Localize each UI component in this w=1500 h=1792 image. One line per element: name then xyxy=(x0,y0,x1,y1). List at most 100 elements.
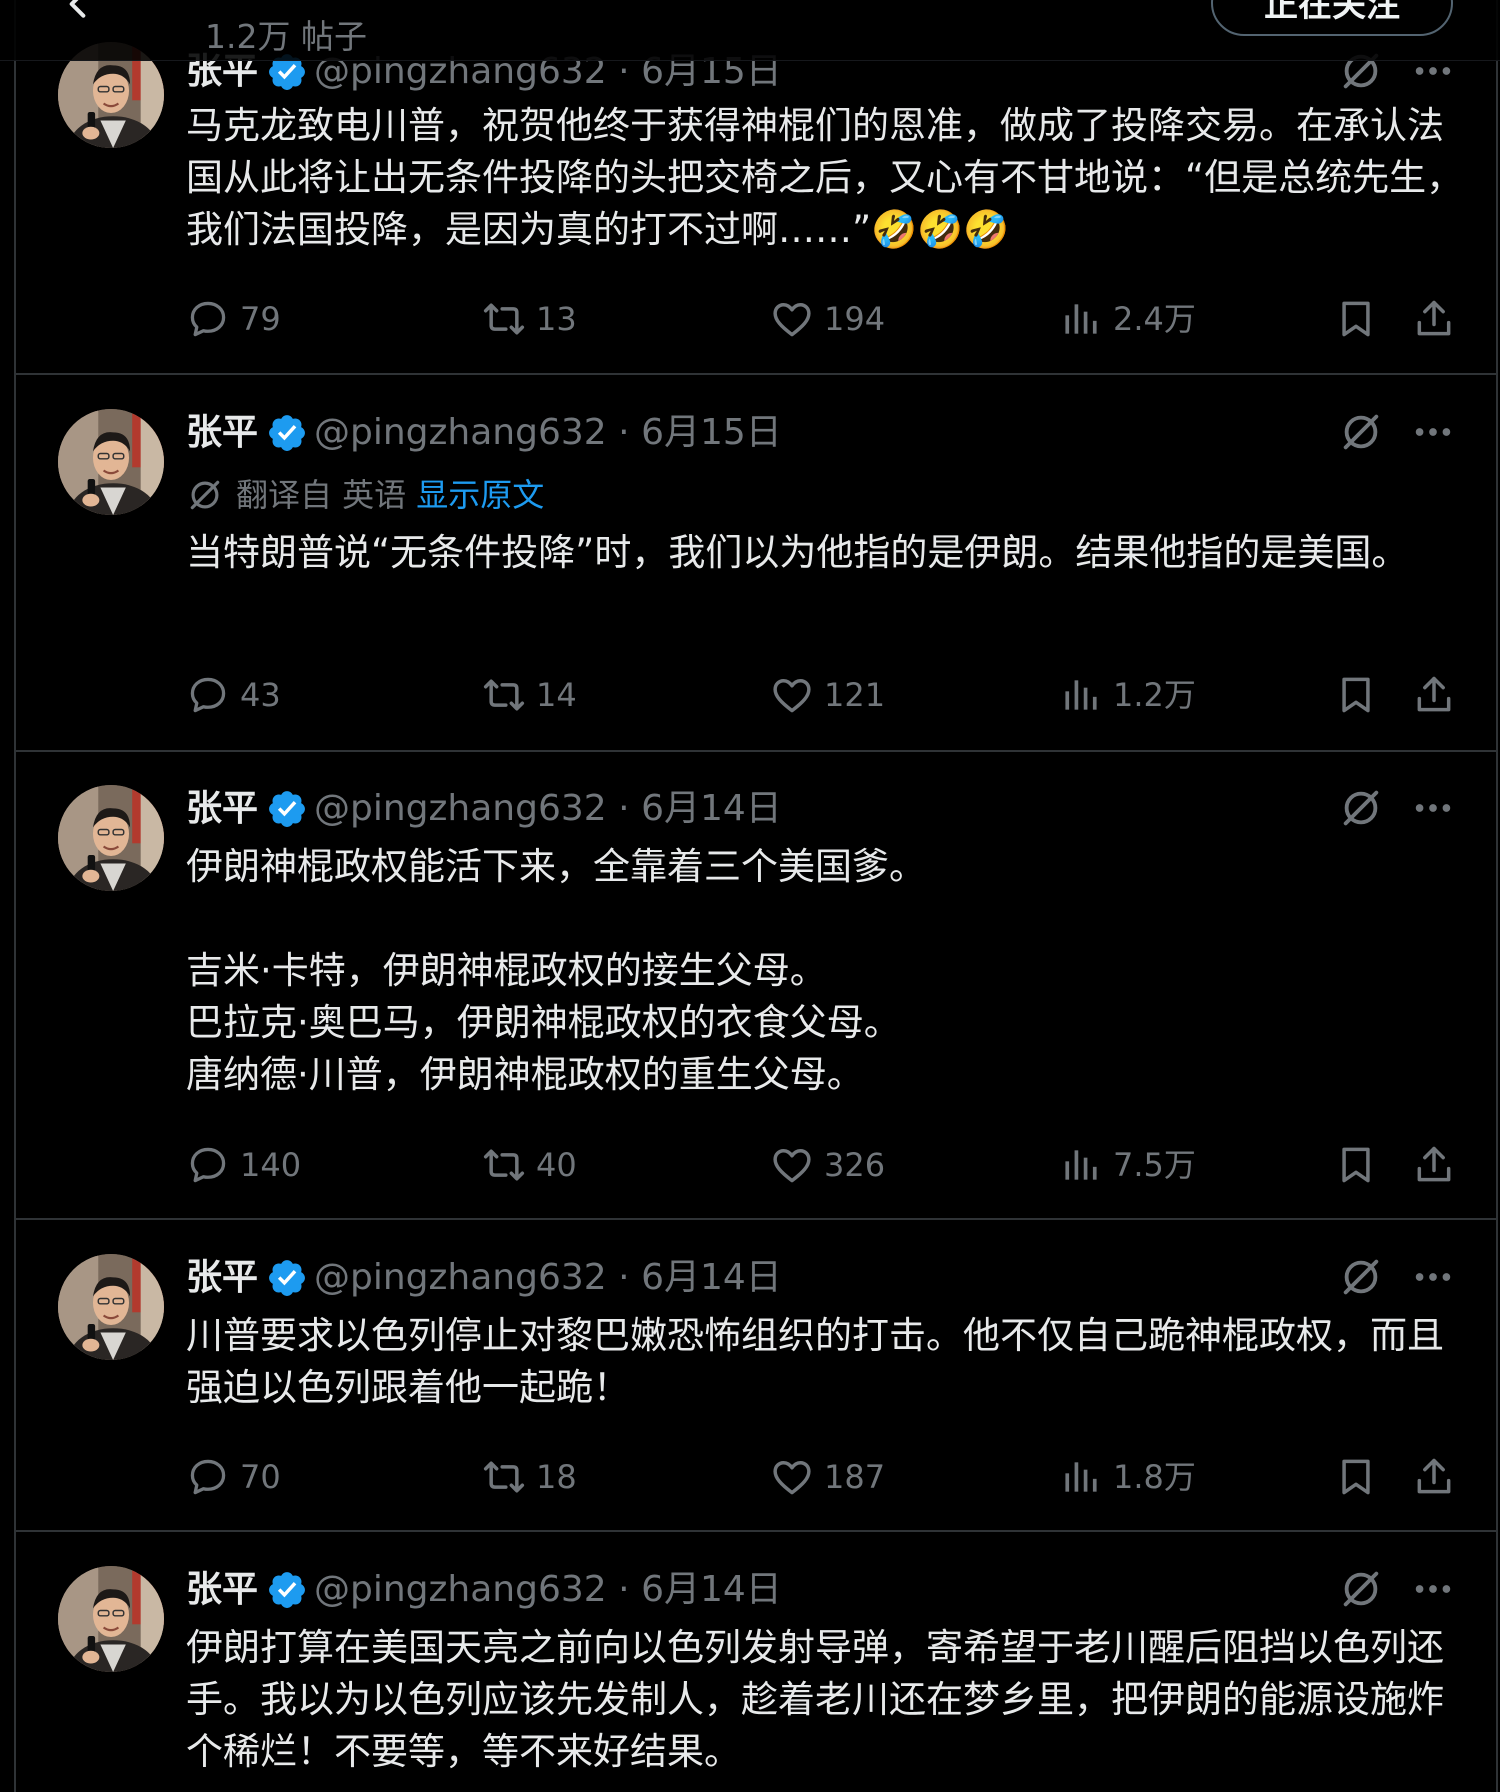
heart-icon xyxy=(770,673,814,717)
reply-button[interactable]: 70 xyxy=(186,1450,281,1500)
retweet-button[interactable]: 14 xyxy=(482,668,577,718)
retweet-count: 40 xyxy=(536,1146,577,1184)
tweet-actions: 43 14 121 1.2万 xyxy=(186,668,1466,718)
right-column-border xyxy=(1496,0,1498,1792)
display-name[interactable]: 张平 xyxy=(186,786,258,832)
reply-button[interactable]: 140 xyxy=(186,1138,301,1188)
views-button[interactable]: 1.8万 xyxy=(1059,1450,1196,1500)
verified-badge-icon xyxy=(266,788,308,830)
reply-icon xyxy=(186,1455,230,1499)
retweet-icon xyxy=(482,1143,526,1187)
verified-badge-icon xyxy=(266,1569,308,1611)
tweet-text: 伊朗神棍政权能活下来，全靠着三个美国爹。 吉米·卡特，伊朗神棍政权的接生父母。 … xyxy=(186,845,926,1096)
retweet-button[interactable]: 18 xyxy=(482,1450,577,1500)
retweet-icon xyxy=(482,1455,526,1499)
handle[interactable]: @pingzhang632 xyxy=(314,1255,607,1301)
tweet-author-row: 张平 @pingzhang632 · 6月14日 xyxy=(186,1566,782,1612)
share-button[interactable] xyxy=(1412,1138,1456,1188)
display-name[interactable]: 张平 xyxy=(186,410,258,456)
avatar[interactable] xyxy=(58,409,164,515)
views-button[interactable]: 1.2万 xyxy=(1059,668,1196,718)
more-options-icon[interactable] xyxy=(1410,1254,1456,1300)
handle[interactable]: @pingzhang632 xyxy=(314,410,607,456)
reply-count: 43 xyxy=(240,676,281,714)
share-button[interactable] xyxy=(1412,1450,1456,1500)
translate-icon xyxy=(186,476,224,514)
heart-icon xyxy=(770,1455,814,1499)
avatar[interactable] xyxy=(58,1254,164,1360)
handle[interactable]: @pingzhang632 xyxy=(314,1567,607,1613)
retweet-icon xyxy=(482,673,526,717)
like-button[interactable]: 326 xyxy=(770,1138,885,1188)
separator-dot: · xyxy=(618,1569,630,1610)
tweet-actions: 79 13 194 2.4万 xyxy=(186,292,1466,342)
post-date[interactable]: 6月14日 xyxy=(641,786,782,832)
tweet[interactable]: 张平 @pingzhang632 · 6月14日 川普要求以色列停止对黎巴嫩恐怖组… xyxy=(16,1220,1496,1532)
views-icon xyxy=(1059,1143,1103,1187)
like-count: 194 xyxy=(824,300,886,338)
bookmark-icon xyxy=(1334,1143,1378,1187)
tweet[interactable]: 张平 @pingzhang632 · 6月14日 伊朗神棍政权能活下来，全靠着三个… xyxy=(16,752,1496,1220)
avatar[interactable] xyxy=(58,785,164,891)
reply-button[interactable]: 43 xyxy=(186,668,281,718)
post-count: 1.2万 帖子 xyxy=(205,17,367,56)
post-date[interactable]: 6月15日 xyxy=(641,410,782,456)
bookmark-button[interactable] xyxy=(1334,292,1378,342)
reply-count: 140 xyxy=(240,1146,302,1184)
views-button[interactable]: 7.5万 xyxy=(1059,1138,1196,1188)
tweet-text: 伊朗打算在美国天亮之前向以色列发射导弹，寄希望于老川醒后阻挡以色列还手。我以为以… xyxy=(186,1626,1444,1773)
post-date[interactable]: 6月14日 xyxy=(641,1255,782,1301)
like-count: 326 xyxy=(824,1146,886,1184)
retweet-button[interactable]: 13 xyxy=(482,292,577,342)
view-count: 2.4万 xyxy=(1113,300,1196,338)
more-options-icon[interactable] xyxy=(1410,785,1456,831)
share-icon xyxy=(1412,673,1456,717)
grok-icon[interactable] xyxy=(1338,409,1384,455)
reply-count: 79 xyxy=(240,300,281,338)
separator-dot: · xyxy=(618,1257,630,1298)
views-button[interactable]: 2.4万 xyxy=(1059,292,1196,342)
like-button[interactable]: 187 xyxy=(770,1450,885,1500)
reply-count: 70 xyxy=(240,1458,281,1496)
back-arrow-icon[interactable] xyxy=(60,0,100,24)
display-name[interactable]: 张平 xyxy=(186,1255,258,1301)
like-button[interactable]: 194 xyxy=(770,292,885,342)
reply-button[interactable]: 79 xyxy=(186,292,281,342)
tweet-actions: 140 40 326 7.5万 xyxy=(186,1138,1466,1188)
grok-icon[interactable] xyxy=(1338,785,1384,831)
tweet[interactable]: 张平 @pingzhang632 · 6月14日 伊朗打算在美国天亮之前向以色列发… xyxy=(16,1532,1496,1792)
avatar[interactable] xyxy=(58,1566,164,1672)
like-button[interactable]: 121 xyxy=(770,668,885,718)
heart-icon xyxy=(770,297,814,341)
heart-icon xyxy=(770,1143,814,1187)
bookmark-icon xyxy=(1334,297,1378,341)
more-options-icon[interactable] xyxy=(1410,409,1456,455)
more-options-icon[interactable] xyxy=(1410,1566,1456,1612)
view-count: 7.5万 xyxy=(1113,1146,1196,1184)
share-icon xyxy=(1412,297,1456,341)
retweet-count: 14 xyxy=(536,676,577,714)
reply-icon xyxy=(186,297,230,341)
handle[interactable]: @pingzhang632 xyxy=(314,786,607,832)
tweet[interactable]: 张平 @pingzhang632 · 6月15日 翻译自 英语 显示原文 当特朗普说… xyxy=(16,375,1496,752)
display-name[interactable]: 张平 xyxy=(186,1567,258,1613)
bookmark-button[interactable] xyxy=(1334,1450,1378,1500)
bookmark-icon xyxy=(1334,673,1378,717)
retweet-button[interactable]: 40 xyxy=(482,1138,577,1188)
bookmark-button[interactable] xyxy=(1334,668,1378,718)
following-button[interactable]: 正在关注 xyxy=(1211,0,1453,36)
grok-icon[interactable] xyxy=(1338,1254,1384,1300)
reply-icon xyxy=(186,1143,230,1187)
translation-notice: 翻译自 英语 显示原文 xyxy=(186,471,544,515)
share-button[interactable] xyxy=(1412,292,1456,342)
show-original-link[interactable]: 显示原文 xyxy=(416,476,544,514)
share-icon xyxy=(1412,1455,1456,1499)
bookmark-button[interactable] xyxy=(1334,1138,1378,1188)
verified-badge-icon xyxy=(266,1257,308,1299)
share-icon xyxy=(1412,1143,1456,1187)
post-date[interactable]: 6月14日 xyxy=(641,1567,782,1613)
retweet-count: 18 xyxy=(536,1458,577,1496)
grok-icon[interactable] xyxy=(1338,1566,1384,1612)
like-count: 187 xyxy=(824,1458,886,1496)
share-button[interactable] xyxy=(1412,668,1456,718)
